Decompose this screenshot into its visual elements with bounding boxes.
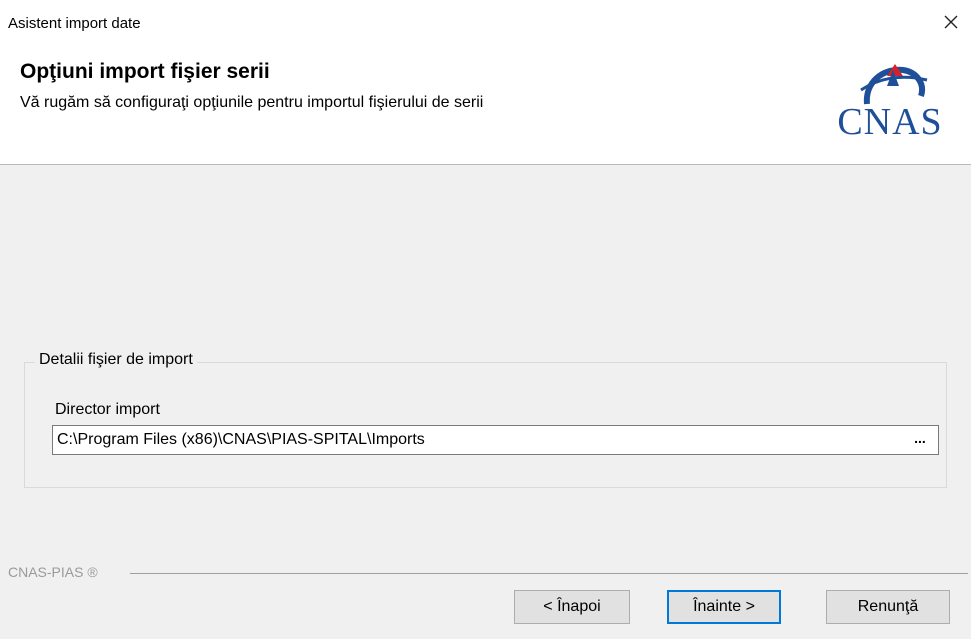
back-button[interactable]: < Înapoi bbox=[514, 590, 630, 624]
footer-separator bbox=[130, 573, 968, 574]
cnas-logo: CNAS bbox=[825, 56, 955, 144]
cancel-button[interactable]: Renunţă bbox=[826, 590, 950, 624]
page-subtitle: Vă rugăm să configuraţi opţiunile pentru… bbox=[20, 94, 484, 111]
footer-brand: CNAS-PIAS ® bbox=[8, 564, 98, 580]
import-details-group: Detalii fişier de import Director import… bbox=[24, 351, 947, 488]
group-legend: Detalii fişier de import bbox=[35, 351, 197, 369]
close-icon[interactable] bbox=[939, 10, 963, 34]
window-title: Asistent import date bbox=[8, 15, 141, 32]
next-button[interactable]: Înainte > bbox=[667, 590, 781, 624]
title-bar: Asistent import date bbox=[0, 0, 971, 48]
import-directory-label: Director import bbox=[55, 401, 160, 418]
wizard-header: Opţiuni import fişier serii Vă rugăm să … bbox=[0, 48, 971, 164]
import-directory-input[interactable] bbox=[52, 425, 939, 455]
logo-text: CNAS bbox=[837, 101, 943, 143]
page-title: Opţiuni import fişier serii bbox=[20, 60, 270, 83]
browse-button[interactable]: ... bbox=[905, 428, 935, 452]
header-separator bbox=[0, 164, 971, 165]
